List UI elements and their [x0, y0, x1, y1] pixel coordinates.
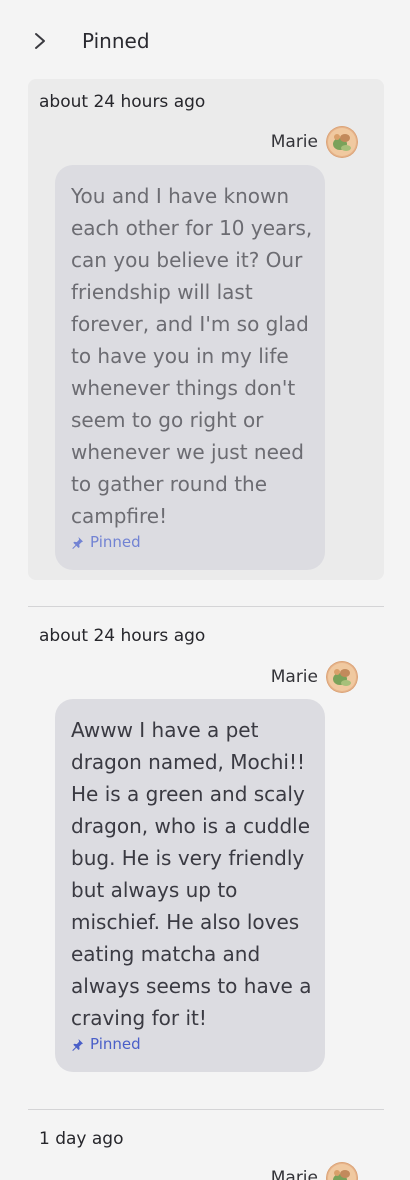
message-timestamp: 1 day ago [39, 1129, 124, 1149]
message-text: You and I have known each other for 10 y… [71, 184, 313, 528]
author-name[interactable]: Marie [271, 131, 318, 153]
pinned-indicator[interactable]: Pinned [71, 532, 313, 552]
avatar[interactable] [326, 126, 358, 158]
message-bubble: Awww I have a pet dragon named, Mochi!! … [55, 699, 325, 1072]
author-name[interactable]: Marie [271, 666, 318, 688]
message-text: Awww I have a pet dragon named, Mochi!! … [71, 718, 312, 1030]
pin-icon [72, 1038, 83, 1051]
pinned-indicator[interactable]: Pinned [71, 1034, 313, 1054]
avatar[interactable] [326, 661, 358, 693]
divider [28, 1109, 384, 1110]
pin-icon [72, 536, 83, 549]
avatar[interactable] [326, 1162, 358, 1180]
header: Pinned [0, 0, 410, 80]
pinned-message-item[interactable]: about 24 hours ago Marie You and I have … [28, 79, 384, 580]
message-timestamp: about 24 hours ago [39, 626, 206, 646]
message-bubble: You and I have known each other for 10 y… [55, 165, 325, 570]
message-timestamp: about 24 hours ago [39, 92, 206, 112]
page-title: Pinned [82, 29, 150, 53]
author-row: Marie [271, 125, 358, 159]
author-row: Marie [271, 660, 358, 694]
author-name[interactable]: Marie [271, 1167, 318, 1180]
expand-button[interactable] [28, 29, 52, 53]
pinned-message-item[interactable]: 1 day ago Marie [28, 1116, 384, 1180]
pinned-label: Pinned [90, 533, 141, 551]
pinned-label: Pinned [90, 1035, 141, 1053]
chevron-right-icon [35, 33, 45, 49]
pinned-message-item[interactable]: about 24 hours ago Marie Awww I have a p… [28, 613, 384, 1083]
author-row: Marie [271, 1161, 358, 1180]
divider [28, 606, 384, 607]
